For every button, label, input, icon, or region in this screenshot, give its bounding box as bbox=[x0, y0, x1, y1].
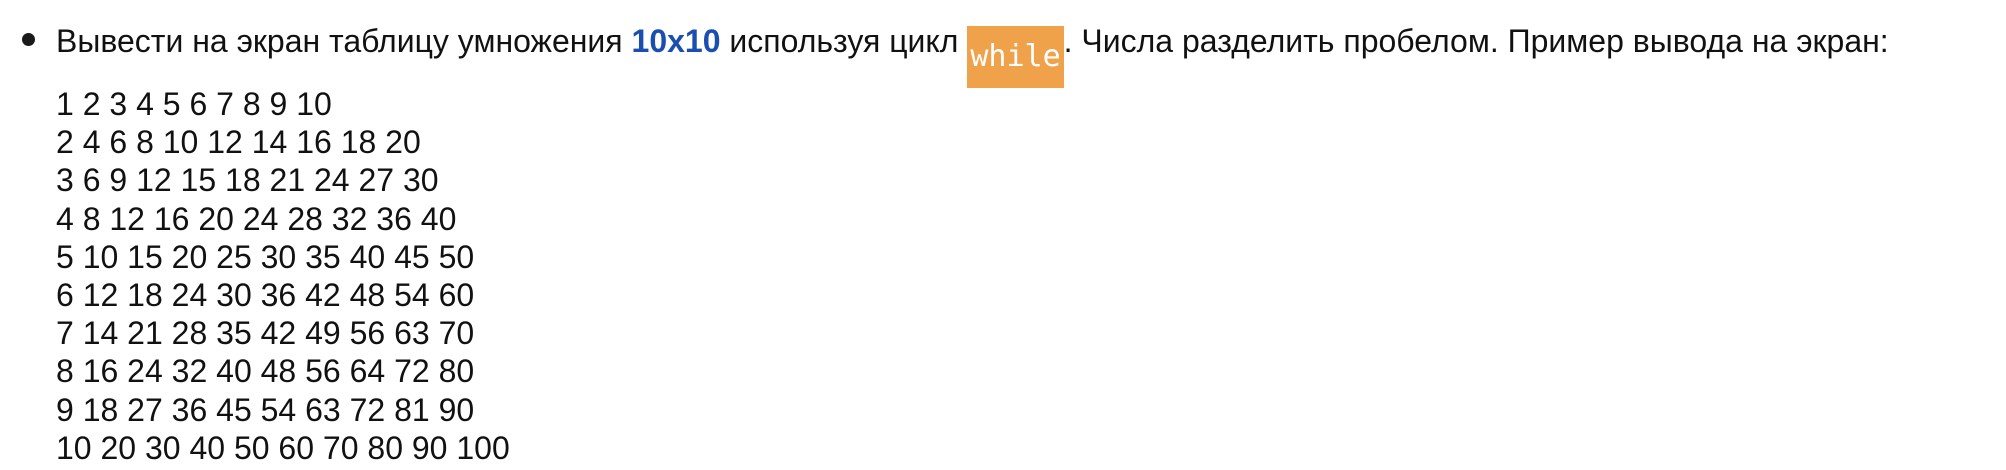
example-output-line: 4 8 12 16 20 24 28 32 36 40 bbox=[56, 200, 457, 237]
task-item: Вывести на экран таблицу умножения 10x10… bbox=[22, 20, 1889, 467]
bullet-point bbox=[22, 33, 35, 46]
example-output-line: 2 4 6 8 10 12 14 16 18 20 bbox=[56, 124, 421, 161]
example-output-line: 5 10 15 20 25 30 35 40 45 50 bbox=[56, 238, 475, 275]
example-output-line: 1 2 3 4 5 6 7 8 9 10 bbox=[56, 86, 332, 122]
example-output-line: 10 20 30 40 50 60 70 80 90 100 bbox=[56, 429, 510, 466]
task-text-before: Вывести на экран таблицу умножения bbox=[56, 23, 632, 59]
example-output-line: 6 12 18 24 30 36 42 48 54 60 bbox=[56, 276, 475, 313]
example-output-line: 8 16 24 32 40 48 56 64 72 80 bbox=[56, 353, 475, 390]
example-output: 1 2 3 4 5 6 7 8 9 10 2 4 6 8 10 12 14 16… bbox=[56, 85, 1889, 467]
while-keyword: while bbox=[967, 26, 1064, 88]
task-list: Вывести на экран таблицу умножения 10x10… bbox=[0, 0, 1889, 467]
example-output-line: 3 6 9 12 15 18 21 24 27 30 bbox=[56, 162, 439, 199]
task-description: Вывести на экран таблицу умножения 10x10… bbox=[56, 20, 1889, 88]
task-text-middle: используя цикл bbox=[720, 23, 968, 59]
example-output-line: 9 18 27 36 45 54 63 72 81 90 bbox=[56, 391, 475, 428]
example-output-line: 7 14 21 28 35 42 49 56 63 70 bbox=[56, 315, 475, 352]
table-size-label: 10x10 bbox=[631, 23, 721, 59]
task-text-after: . Числа разделить пробелом. Пример вывод… bbox=[1063, 23, 1889, 59]
